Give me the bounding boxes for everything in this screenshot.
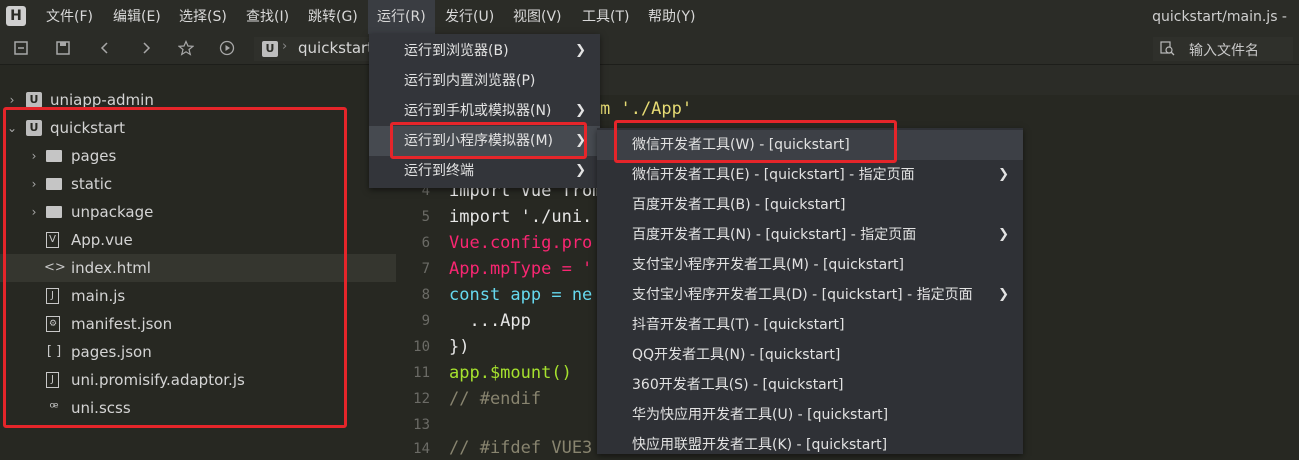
save-icon[interactable]	[54, 40, 72, 58]
code-line: ...App	[449, 311, 531, 331]
submenu-label: 360开发者工具(S) - [quickstart]	[632, 377, 844, 393]
search-file-icon	[1159, 40, 1175, 56]
code-line: App.mpType = '	[449, 259, 593, 279]
menu-tools[interactable]: 工具(T)	[573, 0, 638, 34]
menu-publish[interactable]: 发行(U)	[436, 0, 503, 34]
code-line: // #ifdef VUE3	[449, 438, 593, 458]
chevron-right-icon: ›	[282, 39, 288, 54]
submenu-item[interactable]: 抖音开发者工具(T) - [quickstart]	[597, 310, 1023, 340]
highlight-box-run-menu	[390, 122, 587, 159]
star-icon[interactable]	[177, 40, 195, 58]
file-search-input[interactable]: 输入文件名	[1153, 37, 1293, 61]
submenu-item[interactable]: 快应用联盟开发者工具(K) - [quickstart]	[597, 430, 1023, 460]
chevron-right-icon: ❯	[998, 227, 1009, 242]
code-line: app.$mount()	[449, 363, 572, 383]
run-to-browser[interactable]: 运行到浏览器(B) ❯	[369, 36, 600, 66]
chevron-right-icon: ❯	[575, 43, 586, 58]
highlight-box-project-tree	[3, 107, 347, 428]
menu-item-label: 运行到终端	[404, 163, 474, 179]
submenu-item[interactable]: 360开发者工具(S) - [quickstart]	[597, 370, 1023, 400]
menu-file[interactable]: 文件(F)	[37, 0, 102, 34]
submenu-label: 支付宝小程序开发者工具(M) - [quickstart]	[632, 257, 904, 273]
menubar: H 文件(F) 编辑(E) 选择(S) 查找(I) 跳转(G) 运行(R) 发行…	[0, 0, 1299, 34]
menu-view[interactable]: 视图(V)	[504, 0, 571, 34]
hbuilder-logo: H	[6, 6, 26, 26]
submenu-item[interactable]: QQ开发者工具(N) - [quickstart]	[597, 340, 1023, 370]
run-icon[interactable]	[218, 40, 236, 58]
submenu-item[interactable]: 百度开发者工具(B) - [quickstart]	[597, 190, 1023, 220]
chevron-right-icon: ❯	[575, 163, 586, 178]
submenu-item[interactable]: 华为快应用开发者工具(U) - [quickstart]	[597, 400, 1023, 430]
code-line: // #endif	[449, 389, 542, 409]
line-number: 10	[413, 339, 430, 355]
line-number: 6	[421, 235, 430, 251]
menu-item-label: 运行到浏览器(B)	[404, 43, 509, 59]
run-to-terminal[interactable]: 运行到终端 ❯	[369, 156, 600, 186]
line-number: 12	[413, 391, 430, 407]
menu-find[interactable]: 查找(I)	[237, 0, 298, 34]
line-number: 11	[413, 365, 430, 381]
submenu-label: 微信开发者工具(E) - [quickstart] - 指定页面	[632, 167, 915, 183]
code-line: import './uni.	[449, 207, 593, 227]
menu-goto[interactable]: 跳转(G)	[299, 0, 367, 34]
line-number: 9	[421, 313, 430, 329]
submenu-label: 快应用联盟开发者工具(K) - [quickstart]	[632, 437, 888, 453]
menu-help[interactable]: 帮助(Y)	[639, 0, 704, 34]
new-file-icon[interactable]	[12, 40, 30, 58]
line-number: 13	[413, 417, 430, 433]
submenu-item[interactable]: 支付宝小程序开发者工具(M) - [quickstart]	[597, 250, 1023, 280]
code-line: const app = ne	[449, 285, 593, 305]
menu-select[interactable]: 选择(S)	[170, 0, 236, 34]
submenu-item[interactable]: 百度开发者工具(N) - [quickstart] - 指定页面 ❯	[597, 220, 1023, 250]
menu-item-label: 运行到内置浏览器(P)	[404, 73, 536, 89]
highlight-box-wechat-tool	[614, 120, 897, 163]
line-number: 5	[421, 209, 430, 225]
submenu-label: 百度开发者工具(N) - [quickstart] - 指定页面	[632, 227, 917, 243]
back-icon[interactable]	[96, 40, 114, 58]
breadcrumb[interactable]: U › quickstart	[254, 37, 373, 61]
forward-icon[interactable]	[137, 40, 155, 58]
line-number: 8	[421, 287, 430, 303]
project-icon: U	[26, 92, 42, 108]
toolbar	[0, 34, 1299, 65]
submenu-label: 抖音开发者工具(T) - [quickstart]	[632, 317, 845, 333]
chevron-right-icon: ❯	[998, 287, 1009, 302]
code-fragment-line3: m './App'	[600, 99, 693, 119]
window-title: quickstart/main.js -	[1152, 9, 1287, 25]
line-number: 7	[421, 261, 430, 277]
submenu-item[interactable]: 支付宝小程序开发者工具(D) - [quickstart] - 指定页面 ❯	[597, 280, 1023, 310]
code-line: })	[449, 337, 470, 357]
submenu-label: 华为快应用开发者工具(U) - [quickstart]	[632, 407, 889, 423]
submenu-item[interactable]: 微信开发者工具(E) - [quickstart] - 指定页面 ❯	[597, 160, 1023, 190]
breadcrumb-project[interactable]: quickstart	[298, 39, 373, 57]
submenu-label: 百度开发者工具(B) - [quickstart]	[632, 197, 846, 213]
menu-run[interactable]: 运行(R)	[368, 0, 435, 34]
miniprogram-submenu: 微信开发者工具(W) - [quickstart] 微信开发者工具(E) - […	[597, 128, 1023, 454]
submenu-label: QQ开发者工具(N) - [quickstart]	[632, 347, 841, 363]
run-to-builtin-browser[interactable]: 运行到内置浏览器(P)	[369, 66, 600, 96]
menu-edit[interactable]: 编辑(E)	[104, 0, 170, 34]
chevron-right-icon: ❯	[998, 167, 1009, 182]
file-search-placeholder: 输入文件名	[1189, 43, 1259, 59]
submenu-label: 支付宝小程序开发者工具(D) - [quickstart] - 指定页面	[632, 287, 973, 303]
run-menu: 运行到浏览器(B) ❯ 运行到内置浏览器(P) 运行到手机或模拟器(N) ❯ 运…	[369, 34, 600, 188]
line-number: 14	[413, 441, 430, 457]
code-line: Vue.config.pro	[449, 233, 593, 253]
project-icon: U	[262, 41, 278, 57]
